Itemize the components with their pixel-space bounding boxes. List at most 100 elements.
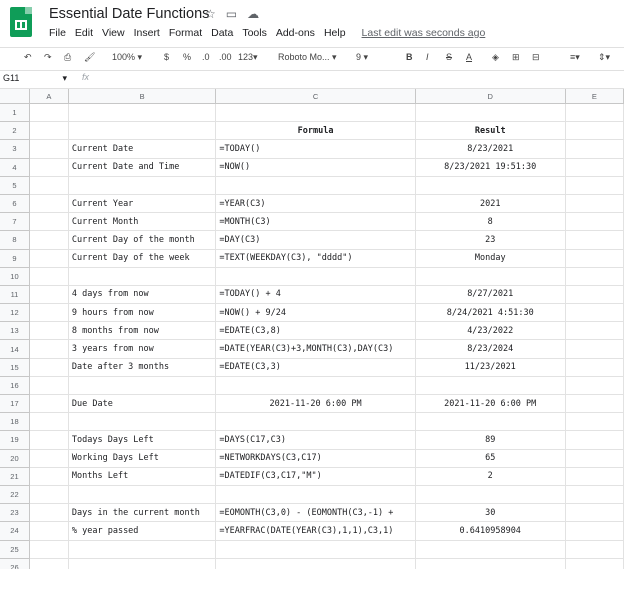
row-number[interactable]: 15 — [0, 358, 30, 377]
decrease-decimal-button[interactable]: .0 — [202, 52, 210, 62]
cell-c[interactable] — [215, 267, 416, 286]
borders-icon[interactable]: ⊞ — [512, 52, 520, 63]
name-box[interactable]: G11 ▾ — [3, 73, 67, 84]
cell-d[interactable] — [415, 376, 566, 396]
row-number[interactable]: 2 — [0, 121, 30, 141]
font-select[interactable]: Roboto Mo... ▾ — [278, 52, 337, 63]
row-number[interactable]: 17 — [0, 394, 30, 414]
cell-b[interactable]: Current Year — [68, 194, 217, 214]
cell-b[interactable]: 4 days from now — [68, 285, 217, 305]
menu-edit[interactable]: Edit — [75, 27, 93, 39]
cloud-status-icon[interactable]: ☁ — [247, 7, 259, 21]
cell-b[interactable]: Current Day of the week — [68, 249, 217, 268]
font-size-select[interactable]: 9 ▾ — [356, 52, 368, 63]
cell-e[interactable] — [565, 194, 624, 214]
cell-c[interactable] — [215, 176, 416, 195]
cell-e[interactable] — [565, 558, 624, 569]
cell-b[interactable] — [68, 485, 217, 505]
more-formats-select[interactable]: 123▾ — [238, 52, 258, 63]
cell-a[interactable] — [29, 394, 69, 414]
cell-d[interactable]: 0.6410958904 — [415, 521, 566, 541]
cell-e[interactable] — [565, 394, 624, 414]
cell-c[interactable] — [215, 540, 416, 559]
cell-c[interactable]: Formula — [215, 121, 416, 141]
cell-a[interactable] — [29, 139, 69, 159]
row-number[interactable]: 8 — [0, 230, 30, 250]
cell-e[interactable] — [565, 503, 624, 523]
cell-c[interactable] — [215, 558, 416, 569]
row-number[interactable]: 3 — [0, 139, 30, 159]
cell-a[interactable] — [29, 503, 69, 523]
cell-c[interactable] — [215, 103, 416, 123]
cell-d[interactable]: 11/23/2021 — [415, 358, 566, 377]
cell-d[interactable]: 4/23/2022 — [415, 321, 566, 341]
merge-cells-icon[interactable]: ⊟ — [532, 52, 540, 63]
cell-e[interactable] — [565, 412, 624, 432]
cell-b[interactable]: Current Date — [68, 139, 217, 159]
cell-c[interactable]: =NOW() + 9/24 — [215, 303, 416, 323]
cell-e[interactable] — [565, 212, 624, 232]
row-number[interactable]: 13 — [0, 321, 30, 341]
row-number[interactable]: 24 — [0, 521, 30, 541]
strikethrough-button[interactable]: S — [446, 52, 452, 62]
valign-icon[interactable]: ⇕▾ — [598, 52, 610, 63]
cell-c[interactable]: =MONTH(C3) — [215, 212, 416, 232]
cell-d[interactable] — [415, 485, 566, 505]
cell-a[interactable] — [29, 249, 69, 268]
cell-d[interactable]: 2021-11-20 6:00 PM — [415, 394, 566, 414]
cell-a[interactable] — [29, 339, 69, 359]
cell-d[interactable]: 8/23/2021 19:51:30 — [415, 158, 566, 177]
cell-d[interactable]: 8 — [415, 212, 566, 232]
cell-e[interactable] — [565, 230, 624, 250]
menu-file[interactable]: File — [49, 27, 66, 39]
undo-icon[interactable]: ↶ — [24, 52, 32, 63]
cell-a[interactable] — [29, 467, 69, 486]
cell-a[interactable] — [29, 303, 69, 323]
cell-a[interactable] — [29, 449, 69, 468]
column-header-a[interactable]: A — [29, 89, 69, 104]
cell-e[interactable] — [565, 449, 624, 468]
row-number[interactable]: 12 — [0, 303, 30, 323]
row-number[interactable]: 20 — [0, 449, 30, 468]
italic-button[interactable]: I — [426, 52, 429, 62]
row-number[interactable]: 9 — [0, 249, 30, 268]
cell-e[interactable] — [565, 467, 624, 486]
cell-a[interactable] — [29, 358, 69, 377]
cell-d[interactable]: Monday — [415, 249, 566, 268]
cell-b[interactable]: 9 hours from now — [68, 303, 217, 323]
last-edit-link[interactable]: Last edit was seconds ago — [362, 27, 486, 39]
cell-b[interactable]: Date after 3 months — [68, 358, 217, 377]
cell-b[interactable]: Due Date — [68, 394, 217, 414]
sheets-logo-icon[interactable] — [10, 7, 32, 37]
cell-d[interactable]: 2021 — [415, 194, 566, 214]
row-number[interactable]: 22 — [0, 485, 30, 505]
menu-insert[interactable]: Insert — [134, 27, 160, 39]
cell-a[interactable] — [29, 194, 69, 214]
cell-d[interactable]: 8/23/2024 — [415, 339, 566, 359]
cell-a[interactable] — [29, 158, 69, 177]
cell-d[interactable] — [415, 412, 566, 432]
cell-e[interactable] — [565, 285, 624, 305]
cell-e[interactable] — [565, 158, 624, 177]
cell-a[interactable] — [29, 485, 69, 505]
bold-button[interactable]: B — [406, 52, 413, 62]
document-title[interactable]: Essential Date Functions — [49, 6, 209, 22]
cell-a[interactable] — [29, 321, 69, 341]
cell-e[interactable] — [565, 540, 624, 559]
menu-data[interactable]: Data — [211, 27, 233, 39]
cell-a[interactable] — [29, 103, 69, 123]
row-number[interactable]: 19 — [0, 430, 30, 450]
cell-c[interactable]: =DATEDIF(C3,C17,"M") — [215, 467, 416, 486]
cell-b[interactable] — [68, 558, 217, 569]
column-header-e[interactable]: E — [565, 89, 624, 104]
cell-b[interactable] — [68, 121, 217, 141]
text-color-button[interactable]: A — [466, 52, 472, 62]
cell-b[interactable]: Current Month — [68, 212, 217, 232]
cell-d[interactable] — [415, 540, 566, 559]
row-number[interactable]: 16 — [0, 376, 30, 396]
cell-d[interactable]: Result — [415, 121, 566, 141]
menu-format[interactable]: Format — [169, 27, 202, 39]
cell-c[interactable]: =DAY(C3) — [215, 230, 416, 250]
fill-color-icon[interactable]: ◈ — [492, 52, 499, 63]
cell-a[interactable] — [29, 376, 69, 396]
